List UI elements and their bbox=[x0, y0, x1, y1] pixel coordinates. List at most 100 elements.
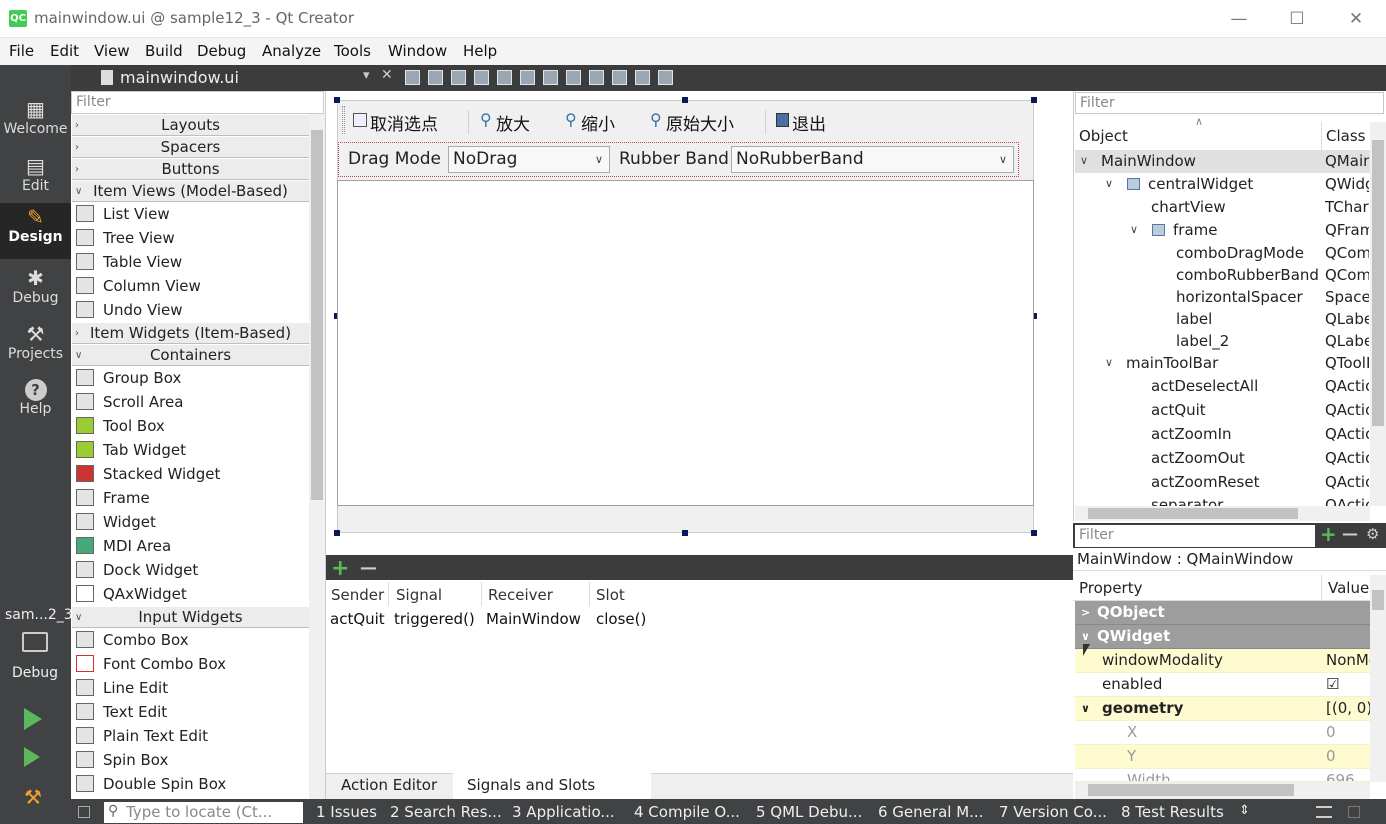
widget-item-frame[interactable]: Frame bbox=[74, 486, 309, 510]
mode-edit[interactable]: ▤ Edit bbox=[0, 152, 71, 208]
splitter-horizontal-icon[interactable] bbox=[543, 70, 558, 85]
widget-item-line-edit[interactable]: Line Edit bbox=[74, 676, 309, 700]
column-header-signal[interactable]: Signal bbox=[396, 586, 442, 604]
debug-run-icon[interactable] bbox=[24, 747, 40, 767]
widget-item-double-spin-box[interactable]: Double Spin Box bbox=[74, 772, 309, 796]
property-editor-vscroll-thumb[interactable] bbox=[1372, 590, 1384, 610]
object-row-maintoolbar[interactable]: ∨ mainToolBar QToolBar bbox=[1075, 352, 1370, 375]
object-row-centralwidget[interactable]: ∨ centralWidget QWidget bbox=[1075, 173, 1370, 196]
widget-item-widget[interactable]: Widget bbox=[74, 510, 309, 534]
menu-window[interactable]: Window bbox=[388, 42, 447, 60]
add-connection-icon[interactable]: + bbox=[331, 556, 349, 581]
property-filter-input[interactable]: Filter bbox=[1075, 525, 1315, 547]
category-spacers[interactable]: › Spacers bbox=[72, 137, 309, 158]
resize-handle[interactable] bbox=[1031, 530, 1037, 536]
object-row-actzoomout[interactable]: actZoomOut QAction bbox=[1075, 447, 1370, 470]
property-value[interactable]: [(0, 0), 696 x 474] bbox=[1326, 697, 1370, 720]
property-row-y[interactable]: Y0 bbox=[1075, 745, 1370, 769]
pane-version-control[interactable]: 7 Version Co... bbox=[999, 803, 1107, 821]
widget-item-column-view[interactable]: Column View bbox=[74, 274, 309, 298]
object-row-separator[interactable]: separator QAction bbox=[1075, 494, 1370, 506]
remove-dynamic-property-icon[interactable]: — bbox=[1342, 524, 1358, 543]
configure-icon[interactable]: ⚙ bbox=[1366, 525, 1379, 543]
widget-item-stacked-widget[interactable]: Stacked Widget bbox=[74, 462, 309, 486]
column-header-value[interactable]: Value bbox=[1328, 579, 1369, 597]
widget-item-combo-box[interactable]: Combo Box bbox=[74, 628, 309, 652]
widget-filter-input[interactable]: Filter bbox=[71, 91, 324, 114]
property-value[interactable]: 0 bbox=[1326, 721, 1370, 744]
connection-receiver[interactable]: MainWindow bbox=[486, 610, 581, 628]
widget-item-group-box[interactable]: Group Box bbox=[74, 366, 309, 390]
action-zoom-out[interactable]: 缩小 bbox=[581, 110, 615, 135]
column-header-receiver[interactable]: Receiver bbox=[488, 586, 553, 604]
resize-handle[interactable] bbox=[334, 530, 340, 536]
object-row-chartview[interactable]: chartView TChartView bbox=[1075, 196, 1370, 219]
widget-item-qaxwidget[interactable]: QAxWidget bbox=[74, 582, 309, 606]
close-window-button[interactable]: ✕ bbox=[1333, 4, 1379, 34]
expand-arrow-icon[interactable]: ∨ bbox=[1130, 219, 1138, 241]
resize-handle[interactable] bbox=[682, 530, 688, 536]
widget-box-scroll-thumb[interactable] bbox=[311, 130, 323, 500]
adjust-size-icon[interactable] bbox=[658, 70, 673, 85]
edit-widgets-icon[interactable] bbox=[405, 70, 420, 85]
expand-arrow-icon[interactable]: ∨ bbox=[1081, 697, 1090, 720]
monitor-icon[interactable] bbox=[22, 632, 48, 652]
column-header-slot[interactable]: Slot bbox=[596, 586, 625, 604]
menu-tools[interactable]: Tools bbox=[334, 42, 371, 60]
mode-design[interactable]: ✎ Design bbox=[0, 203, 71, 259]
mode-welcome[interactable]: ▦ Welcome bbox=[0, 95, 71, 151]
column-header-class[interactable]: Class bbox=[1326, 127, 1365, 145]
property-row-x[interactable]: X0 bbox=[1075, 721, 1370, 745]
property-value[interactable]: 0 bbox=[1326, 745, 1370, 768]
widget-item-list-view[interactable]: List View bbox=[74, 202, 309, 226]
edit-signals-icon[interactable] bbox=[428, 70, 443, 85]
mode-help[interactable]: ? Help bbox=[0, 379, 71, 435]
object-row-mainwindow[interactable]: ∨ MainWindow QMainWindow bbox=[1075, 150, 1370, 173]
layout-horizontal-icon[interactable] bbox=[497, 70, 512, 85]
widget-item-text-edit[interactable]: Text Edit bbox=[74, 700, 309, 724]
break-layout-icon[interactable] bbox=[635, 70, 650, 85]
run-icon[interactable] bbox=[24, 708, 42, 730]
enabled-checkbox[interactable]: ☑ bbox=[1326, 673, 1370, 696]
widget-item-mdi-area[interactable]: MDI Area bbox=[74, 534, 309, 558]
expand-arrow-icon[interactable]: ∨ bbox=[1105, 173, 1113, 195]
action-quit[interactable]: 退出 bbox=[792, 110, 826, 135]
resize-handle[interactable] bbox=[1031, 97, 1037, 103]
column-header-property[interactable]: Property bbox=[1079, 579, 1142, 597]
layout-form-icon[interactable] bbox=[589, 70, 604, 85]
category-item-widgets[interactable]: › Item Widgets (Item-Based) bbox=[72, 323, 309, 344]
category-input-widgets[interactable]: ∨ Input Widgets bbox=[72, 607, 309, 628]
toggle-output-icon[interactable] bbox=[1316, 806, 1332, 818]
action-zoom-in[interactable]: 放大 bbox=[496, 110, 530, 135]
property-editor-hscroll-thumb[interactable] bbox=[1088, 784, 1294, 796]
resize-handle[interactable] bbox=[682, 97, 688, 103]
tab-signals-slots-editor[interactable]: Signals and Slots Editor bbox=[453, 773, 651, 818]
tab-action-editor[interactable]: Action Editor bbox=[327, 773, 451, 799]
menu-analyze[interactable]: Analyze bbox=[262, 42, 321, 60]
action-zoom-reset[interactable]: 原始大小 bbox=[666, 110, 734, 135]
object-row-actzoomreset[interactable]: actZoomReset QAction bbox=[1075, 471, 1370, 494]
expand-arrow-icon[interactable]: ∨ bbox=[1105, 352, 1113, 374]
open-file-name[interactable]: mainwindow.ui bbox=[120, 68, 239, 87]
pane-qml-debugger[interactable]: 5 QML Debu... bbox=[756, 803, 862, 821]
pane-search-results[interactable]: 2 Search Res... bbox=[390, 803, 502, 821]
menu-view[interactable]: View bbox=[94, 42, 130, 60]
menu-file[interactable]: File bbox=[9, 42, 34, 60]
combo-drag-mode[interactable]: NoDrag ∨ bbox=[448, 146, 610, 173]
property-value[interactable]: 696 bbox=[1326, 769, 1370, 781]
connection-sender[interactable]: actQuit bbox=[330, 610, 385, 628]
layout-vertical-icon[interactable] bbox=[520, 70, 535, 85]
menu-debug[interactable]: Debug bbox=[197, 42, 246, 60]
add-dynamic-property-icon[interactable]: + bbox=[1320, 522, 1337, 546]
edit-tab-order-icon[interactable] bbox=[474, 70, 489, 85]
minimize-button[interactable]: — bbox=[1216, 4, 1262, 34]
widget-item-table-view[interactable]: Table View bbox=[74, 250, 309, 274]
expand-arrow-icon[interactable]: > bbox=[1081, 601, 1090, 624]
widget-item-undo-view[interactable]: Undo View bbox=[74, 298, 309, 322]
category-buttons[interactable]: › Buttons bbox=[72, 159, 309, 180]
object-row-label[interactable]: label QLabel bbox=[1075, 308, 1370, 331]
object-row-horizontalspacer[interactable]: horizontalSpacer Spacer bbox=[1075, 286, 1370, 309]
object-row-actquit[interactable]: actQuit QAction bbox=[1075, 399, 1370, 422]
connection-slot[interactable]: close() bbox=[596, 610, 646, 628]
more-panes-icon[interactable]: ⇕ bbox=[1239, 803, 1250, 818]
